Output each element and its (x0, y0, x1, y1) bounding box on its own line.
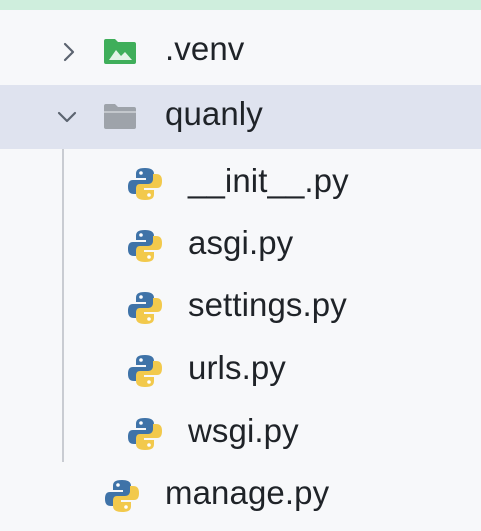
tree-item-asgi-py[interactable]: asgi.py (0, 214, 481, 278)
project-tree: .venv quanly __init__.py asgi.py setting… (0, 0, 481, 531)
folder-venv-icon (104, 39, 136, 64)
python-file-icon (128, 168, 162, 200)
python-file-icon (128, 418, 162, 450)
chevron-right-icon[interactable] (58, 41, 80, 63)
python-file-icon (128, 230, 162, 262)
tree-item-settings-py[interactable]: settings.py (0, 276, 481, 340)
tree-item-label: .venv (165, 30, 245, 67)
tree-item-venv[interactable]: .venv (0, 20, 481, 84)
python-file-icon (128, 355, 162, 387)
tree-item-label: wsgi.py (188, 412, 299, 449)
tree-item-urls-py[interactable]: urls.py (0, 339, 481, 403)
tree-item-label: manage.py (165, 474, 330, 511)
folder-icon (104, 104, 136, 129)
tree-item-manage-py[interactable]: manage.py (0, 464, 481, 528)
tree-item-label: asgi.py (188, 224, 294, 261)
chevron-down-icon[interactable] (56, 106, 78, 128)
tree-item-init-py[interactable]: __init__.py (0, 152, 481, 216)
tree-item-label: quanly (165, 95, 263, 132)
tree-item-label: __init__.py (188, 162, 349, 199)
python-file-icon (105, 480, 139, 512)
python-file-icon (128, 292, 162, 324)
tree-item-label: urls.py (188, 349, 286, 386)
top-highlight-strip (0, 0, 481, 10)
tree-item-wsgi-py[interactable]: wsgi.py (0, 402, 481, 466)
tree-item-quanly[interactable]: quanly (0, 85, 481, 149)
tree-item-label: settings.py (188, 286, 347, 323)
